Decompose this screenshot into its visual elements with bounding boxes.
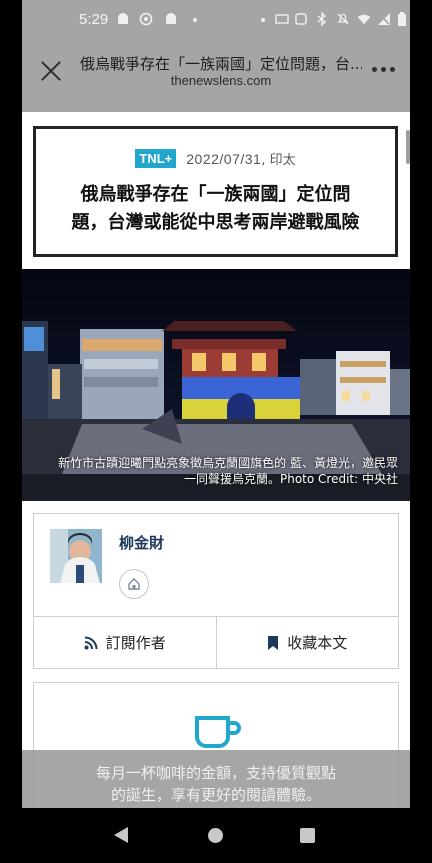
headline-line-2: 題，台灣或能從中思考兩岸避戰風險 xyxy=(71,212,360,233)
article-date: 2022/07/31 xyxy=(186,151,262,167)
author-home-button[interactable] xyxy=(119,569,149,599)
back-icon[interactable] xyxy=(114,827,128,843)
rss-icon xyxy=(84,636,98,649)
status-bar: 5:29 xyxy=(22,0,410,40)
mute-icon xyxy=(336,12,350,26)
recent-apps-icon[interactable] xyxy=(300,828,315,843)
support-text: 每月一杯咖啡的金額，支持優質觀點 的誕生，享有更好的閱讀體驗。 xyxy=(22,762,410,806)
author-avatar[interactable] xyxy=(50,529,102,583)
caption-line-1: 新竹市古蹟迎曦門點亮象徵烏克蘭國旗色的 藍、黃燈光，邀民眾 xyxy=(58,456,398,470)
support-line-2: 的誕生，享有更好的閱讀體驗。 xyxy=(110,786,321,804)
article-region[interactable]: 印太 xyxy=(270,153,296,168)
date-separator: , xyxy=(261,153,270,168)
scrollbar[interactable] xyxy=(406,130,410,164)
bookmark-article-button[interactable]: 收藏本文 xyxy=(215,617,399,668)
home-icon xyxy=(128,578,140,590)
custom-tab-toolbar: 俄烏戰爭存在「一族兩國」定位問題，台... thenewslens.com xyxy=(22,40,410,112)
bookmark-icon xyxy=(268,635,279,650)
android-icon xyxy=(116,12,130,26)
notification-dot xyxy=(193,18,197,22)
android-icon xyxy=(164,12,178,26)
caption-line-2: 一同聲援烏克蘭。Photo Credit: 中央社 xyxy=(184,472,398,486)
bookmark-article-label: 收藏本文 xyxy=(287,634,348,652)
close-icon[interactable] xyxy=(36,56,66,86)
article-headline: 俄烏戰爭存在「一族兩國」定位問 題，台灣或能從中思考兩岸避戰風險 xyxy=(50,181,381,237)
web-content[interactable]: TNL+ 2022/07/31, 印太 俄烏戰爭存在「一族兩國」定位問 題，台灣… xyxy=(22,112,410,808)
no-signal-icon xyxy=(377,12,391,26)
nfc-icon xyxy=(294,12,308,26)
hero-caption: 新竹市古蹟迎曦門點亮象徵烏克蘭國旗色的 藍、黃燈光，邀民眾 一同聲援烏克蘭。Ph… xyxy=(48,455,398,487)
bluetooth-icon xyxy=(315,12,329,26)
subscribe-author-label: 訂閱作者 xyxy=(105,634,166,652)
article-meta: TNL+ 2022/07/31, 印太 xyxy=(36,149,395,168)
wifi-icon xyxy=(357,12,371,26)
more-options-icon[interactable] xyxy=(368,62,398,76)
notification-dot xyxy=(261,18,265,22)
author-actions: 訂閱作者 收藏本文 xyxy=(33,617,399,669)
page-domain: thenewslens.com xyxy=(170,73,272,88)
home-nav-icon[interactable] xyxy=(208,828,223,843)
subscribe-author-button[interactable]: 訂閱作者 xyxy=(34,617,216,668)
article-date-region: 2022/07/31, 印太 xyxy=(186,149,295,168)
headline-line-1: 俄烏戰爭存在「一族兩國」定位問 xyxy=(80,184,351,205)
hero-image: 新竹市古蹟迎曦門點亮象徵烏克蘭國旗色的 藍、黃燈光，邀民眾 一同聲援烏克蘭。Ph… xyxy=(22,269,410,501)
vpn-icon xyxy=(139,12,153,26)
page-title: 俄烏戰爭存在「一族兩國」定位問題，台... xyxy=(80,55,362,73)
battery-saver-icon xyxy=(275,12,289,26)
coffee-cup-icon xyxy=(194,715,242,755)
support-banner[interactable]: 每月一杯咖啡的金額，支持優質觀點 的誕生，享有更好的閱讀體驗。 xyxy=(22,750,410,808)
system-navigation-bar xyxy=(0,808,432,863)
status-time: 5:29 xyxy=(79,11,109,28)
tnl-plus-badge[interactable]: TNL+ xyxy=(135,149,177,168)
support-line-1: 每月一杯咖啡的金額，支持優質觀點 xyxy=(95,764,336,782)
author-name[interactable]: 柳金財 xyxy=(119,532,164,553)
battery-icon xyxy=(395,12,409,26)
article-header: TNL+ 2022/07/31, 印太 俄烏戰爭存在「一族兩國」定位問 題，台灣… xyxy=(33,126,398,257)
author-card: 柳金財 xyxy=(33,513,399,617)
